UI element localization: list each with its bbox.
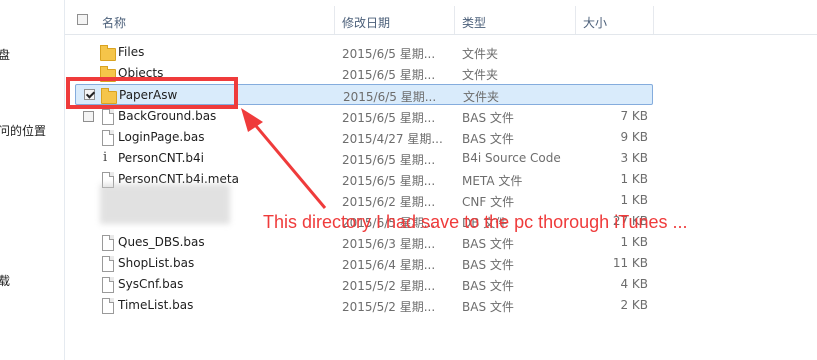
highlight-box [66,77,238,109]
annotation-text: This directory I had save to the pc thor… [263,212,688,232]
annotation-arrow [241,108,327,209]
arrow-shaft [249,119,327,209]
